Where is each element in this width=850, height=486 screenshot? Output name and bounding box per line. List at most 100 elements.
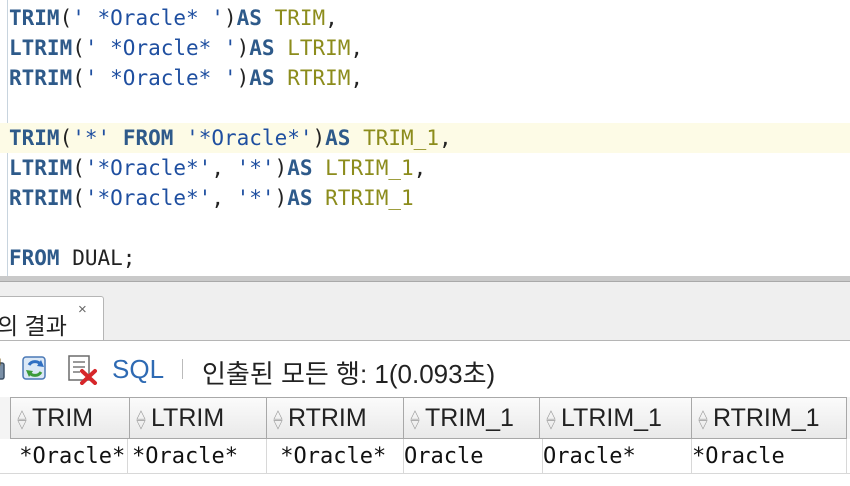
table-cell[interactable]: Oracle* (543, 439, 692, 473)
code-token-plain: ( (72, 186, 85, 210)
code-token-kw: AS (249, 36, 275, 60)
code-token-str: '*' (236, 156, 275, 180)
code-token-plain: ( (72, 156, 85, 180)
table-cell[interactable]: Oracle (404, 439, 543, 473)
code-token-plain: ) (223, 6, 237, 30)
code-line[interactable]: RTRIM(' *Oracle* ')AS RTRIM, (9, 63, 363, 93)
code-token-kw: TRIM (9, 126, 60, 150)
tab-query-result[interactable]: 의 결과 × (0, 296, 104, 340)
code-line[interactable]: TRIM(' *Oracle* ')AS TRIM, (9, 3, 338, 33)
column-header-trim-1[interactable]: △ ▽ TRIM_1 (404, 397, 540, 439)
code-token-plain: ( (59, 6, 73, 30)
code-token-alias: TRIM_1 (363, 126, 439, 150)
column-header-label: RTRIM (288, 404, 367, 432)
code-token-plain: , (350, 36, 364, 60)
code-token-str: ' *Oracle* ' (72, 6, 224, 30)
code-token-str: ' *Oracle* ' (84, 36, 237, 60)
column-header-label: LTRIM_1 (561, 404, 662, 432)
code-token-alias: LTRIM (287, 36, 351, 60)
column-header-label: RTRIM_1 (713, 404, 820, 432)
code-token-kw: AS (236, 6, 262, 30)
code-token-str: '*Oracle*' (186, 126, 313, 150)
sort-icon[interactable]: △ ▽ (15, 408, 29, 430)
column-header-ltrim-1[interactable]: △ ▽ LTRIM_1 (540, 397, 692, 439)
grid-header-row: △ ▽ TRIM △ ▽ LTRIM △ ▽ RTRIM △ ▽ TRIM_1 △ ▽ LTRIM_1 △ ▽ R… (0, 397, 850, 439)
sort-icon[interactable]: △ ▽ (134, 408, 148, 430)
code-token-kw: AS (325, 126, 351, 150)
code-token-plain: ) (274, 156, 288, 180)
column-header-label: LTRIM (151, 404, 225, 432)
code-token-plain: ) (236, 36, 250, 60)
code-token-plain: ) (312, 126, 326, 150)
code-token-alias: RTRIM_1 (325, 186, 414, 210)
current-code-line[interactable]: TRIM('*' FROM '*Oracle*')AS TRIM_1, (0, 123, 850, 153)
code-token-kw: RTRIM (9, 66, 73, 90)
code-token-kw: LTRIM (9, 36, 73, 60)
sort-icon[interactable]: △ ▽ (696, 408, 710, 430)
code-token-plain: , (211, 156, 237, 180)
column-header-trim[interactable]: △ ▽ TRIM (10, 397, 130, 439)
code-line[interactable]: FROM DUAL; (9, 243, 135, 273)
code-token-alias: RTRIM (287, 66, 351, 90)
code-token-plain: , (211, 186, 237, 210)
fetch-status: 인출된 모든 행: 1(0.093초) (202, 359, 496, 389)
table-cell[interactable]: *Oracle* (6, 439, 128, 473)
column-header-label: TRIM (32, 404, 94, 432)
code-line[interactable]: LTRIM('*Oracle*', '*')AS LTRIM_1, (9, 153, 426, 183)
code-token-plain: ) (236, 66, 250, 90)
code-token-plain: , (413, 156, 427, 180)
table-cell[interactable]: *Oracle* (267, 439, 404, 473)
code-token-kw: AS (287, 156, 313, 180)
pin-icon[interactable] (0, 353, 14, 385)
code-token-kw: AS (249, 66, 275, 90)
refresh-icon[interactable] (20, 353, 52, 385)
code-token-plain: ( (72, 36, 85, 60)
table-cell[interactable]: *Oracle* (132, 439, 267, 473)
sort-icon[interactable]: △ ▽ (544, 408, 558, 430)
column-header-ltrim[interactable]: △ ▽ LTRIM (130, 397, 267, 439)
table-row[interactable]: *Oracle* *Oracle* *Oracle* Oracle Oracle* *O… (0, 439, 850, 473)
code-line[interactable]: RTRIM('*Oracle*', '*')AS RTRIM_1 (9, 183, 414, 213)
code-token-str: '*' (236, 186, 275, 210)
delete-icon[interactable] (66, 353, 98, 385)
code-token-kw: AS (287, 186, 313, 210)
column-header-rtrim-1[interactable]: △ ▽ RTRIM_1 (692, 397, 847, 439)
code-token-plain: ( (59, 126, 73, 150)
code-token-kw: FROM (122, 126, 174, 150)
code-token-plain: ) (274, 186, 288, 210)
code-token-kw: FROM (9, 246, 60, 270)
sql-button[interactable]: SQL (112, 354, 164, 385)
code-token-plain: , (325, 6, 338, 30)
code-token-str: '*Oracle*' (84, 156, 212, 180)
table-cell[interactable]: *Oracle (692, 439, 847, 473)
code-token-plain: DUAL; (59, 246, 136, 270)
code-token-alias: LTRIM_1 (325, 156, 414, 180)
column-header-label: TRIM_1 (425, 404, 514, 432)
sort-icon[interactable]: △ ▽ (271, 408, 285, 430)
close-icon[interactable]: × (78, 301, 87, 318)
code-token-plain: ( (72, 66, 85, 90)
code-token-kw: LTRIM (9, 156, 73, 180)
code-token-str: '*Oracle*' (84, 186, 212, 210)
code-token-plain: , (350, 66, 364, 90)
results-grid[interactable]: △ ▽ TRIM △ ▽ LTRIM △ ▽ RTRIM △ ▽ TRIM_1 △ ▽ LTRIM_1 △ ▽ R… (0, 397, 850, 486)
sql-editor[interactable]: TRIM(' *Oracle* ')AS TRIM, LTRIM(' *Oracl… (0, 0, 850, 276)
code-token-str: ' *Oracle* ' (84, 66, 237, 90)
code-line[interactable]: LTRIM(' *Oracle* ')AS LTRIM, (9, 33, 363, 63)
code-token-plain: , (438, 126, 452, 150)
code-token-alias: TRIM (274, 6, 326, 30)
sort-icon[interactable]: △ ▽ (408, 408, 422, 430)
results-toolbar: SQL 인출된 모든 행: 1(0.093초) (0, 341, 850, 397)
row-divider (0, 473, 850, 474)
column-header-rtrim[interactable]: △ ▽ RTRIM (267, 397, 404, 439)
results-tab-strip: 의 결과 × (0, 282, 850, 341)
toolbar-separator (182, 359, 183, 379)
code-token-kw: RTRIM (9, 186, 73, 210)
